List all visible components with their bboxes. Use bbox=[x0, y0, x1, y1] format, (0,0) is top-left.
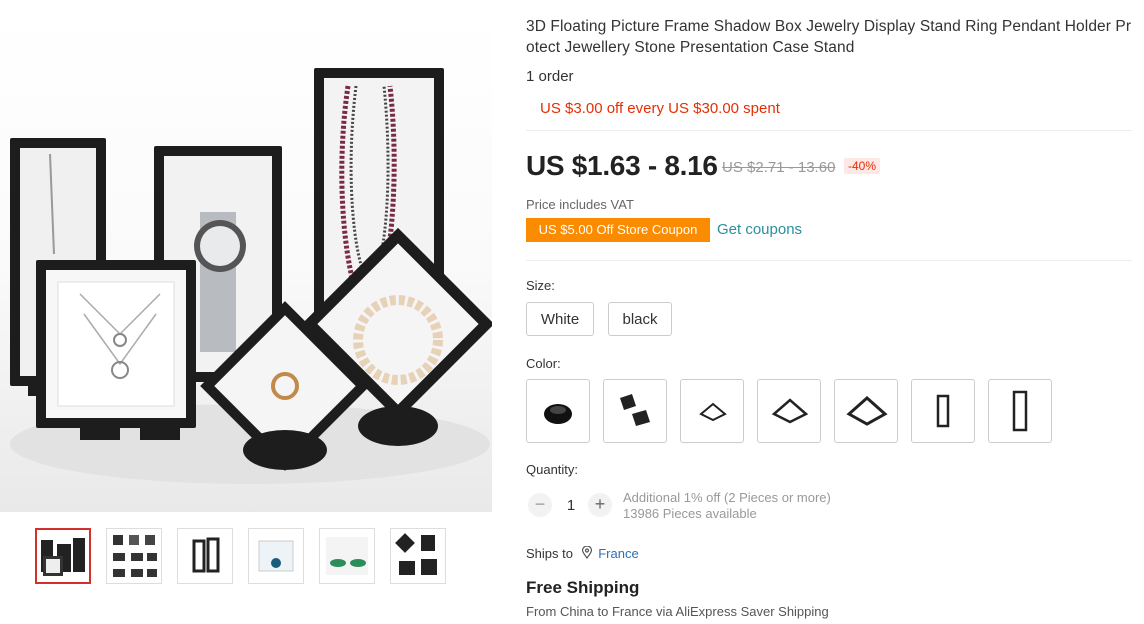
thumbnail-1[interactable] bbox=[35, 528, 91, 584]
color-option-1-image bbox=[544, 404, 572, 424]
thumbnail-4-image bbox=[258, 540, 294, 572]
main-product-image[interactable] bbox=[0, 14, 492, 512]
thumbnail-6-image bbox=[395, 533, 437, 575]
color-option-5-image bbox=[846, 395, 888, 426]
product-gallery bbox=[0, 0, 492, 624]
ships-to-row: Ships to France bbox=[526, 545, 639, 561]
product-title: 3D Floating Picture Frame Shadow Box Jew… bbox=[526, 18, 1132, 56]
color-option-3[interactable] bbox=[680, 379, 744, 443]
quantity-increase-button[interactable]: + bbox=[588, 493, 612, 517]
color-option-3-image bbox=[699, 402, 727, 422]
current-price: US $1.63 - 8.16 bbox=[526, 150, 718, 181]
color-label: Color: bbox=[526, 356, 561, 371]
discount-badge: -40% bbox=[844, 158, 881, 174]
color-option-1[interactable] bbox=[526, 379, 590, 443]
original-price: US $2.71 - 13.60 bbox=[722, 159, 836, 176]
size-option-black[interactable]: black bbox=[608, 302, 672, 336]
color-option-7[interactable] bbox=[988, 379, 1052, 443]
thumbnail-2[interactable] bbox=[106, 528, 162, 584]
color-option-6-image bbox=[936, 394, 950, 428]
free-shipping-label: Free Shipping bbox=[526, 578, 640, 597]
quantity-value[interactable]: 1 bbox=[564, 497, 578, 514]
thumbnail-2-image bbox=[113, 535, 157, 577]
shipping-route: From China to France via AliExpress Save… bbox=[526, 604, 829, 619]
vat-note: Price includes VAT bbox=[526, 197, 634, 212]
ships-to-label: Ships to bbox=[526, 546, 573, 561]
thumbnail-5-image bbox=[326, 537, 368, 575]
location-pin-icon bbox=[581, 545, 592, 560]
ship-destination-link[interactable]: France bbox=[598, 546, 638, 561]
quantity-label: Quantity: bbox=[526, 462, 579, 477]
size-option-white[interactable]: White bbox=[526, 302, 594, 336]
color-option-5[interactable] bbox=[834, 379, 898, 443]
thumbnail-4[interactable] bbox=[248, 528, 304, 584]
order-count: 1 order bbox=[526, 68, 574, 85]
color-option-4-image bbox=[771, 398, 809, 424]
get-coupons-link[interactable]: Get coupons bbox=[717, 221, 802, 238]
stock-available: 13986 Pieces available bbox=[623, 506, 757, 521]
color-option-6[interactable] bbox=[911, 379, 975, 443]
bulk-discount-note: Additional 1% off (2 Pieces or more) bbox=[623, 490, 831, 505]
thumbnail-5[interactable] bbox=[319, 528, 375, 584]
divider bbox=[526, 130, 1132, 131]
thumbnail-3-image bbox=[192, 537, 220, 573]
thumbnail-3[interactable] bbox=[177, 528, 233, 584]
store-coupon-tag[interactable]: US $5.00 Off Store Coupon bbox=[526, 218, 710, 242]
color-option-4[interactable] bbox=[757, 379, 821, 443]
thumbnail-1-image bbox=[41, 538, 85, 576]
thumbnail-6[interactable] bbox=[390, 528, 446, 584]
divider bbox=[526, 260, 1132, 261]
store-promotion: US $3.00 off every US $30.00 spent bbox=[540, 100, 780, 117]
color-option-7-image bbox=[1012, 390, 1028, 432]
product-photo-illustration bbox=[10, 68, 492, 484]
color-option-2[interactable] bbox=[603, 379, 667, 443]
size-label: Size: bbox=[526, 278, 555, 293]
quantity-decrease-button[interactable]: − bbox=[528, 493, 552, 517]
color-option-2-image bbox=[620, 394, 650, 426]
